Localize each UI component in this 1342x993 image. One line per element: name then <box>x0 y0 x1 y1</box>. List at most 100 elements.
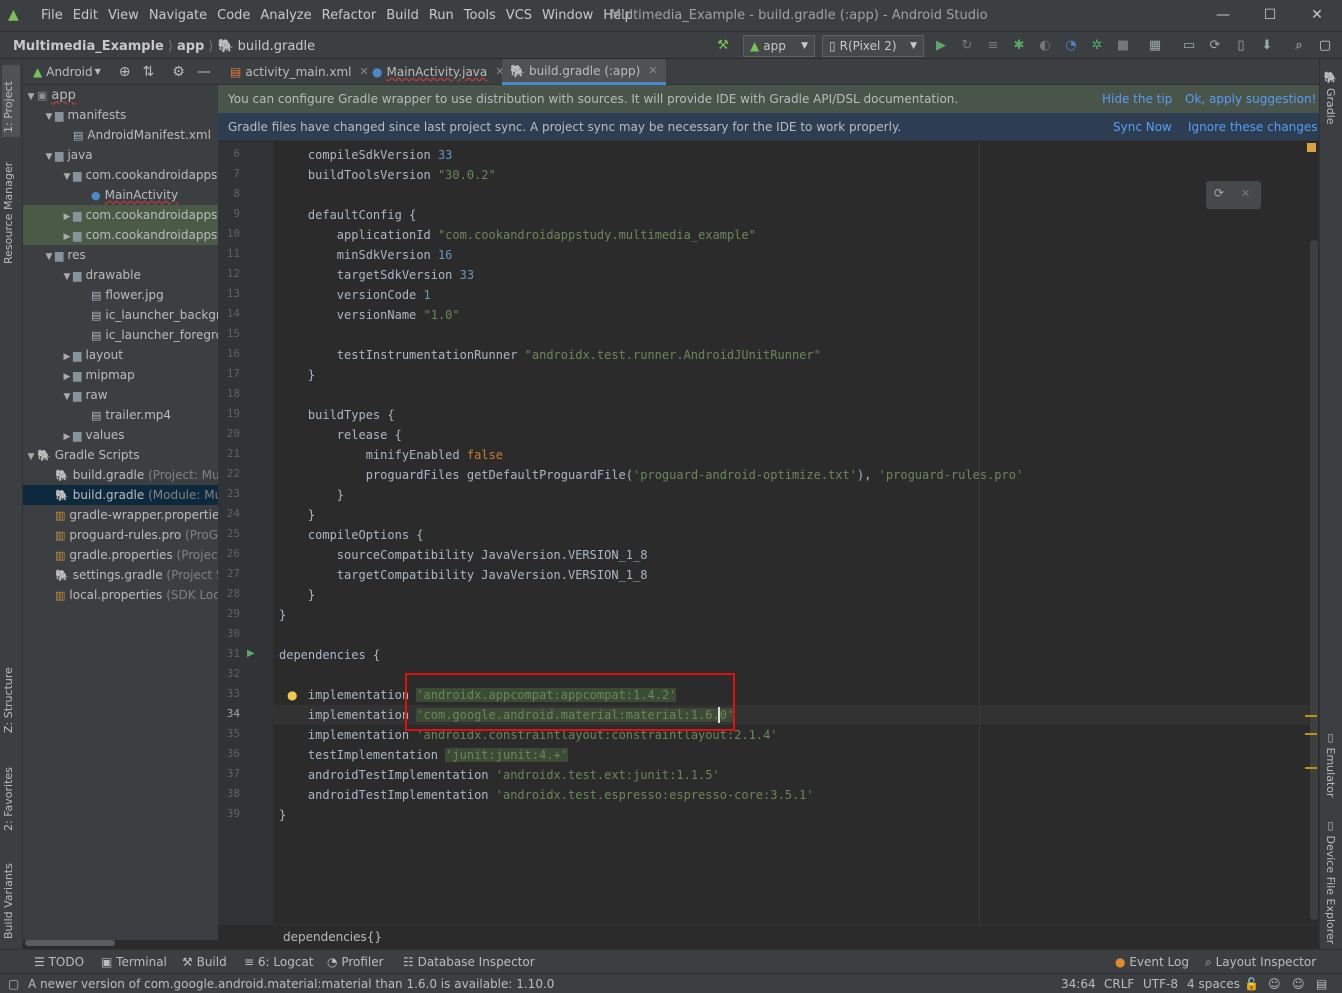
tree-item[interactable]: ▼▆com.cookandroidappstudy <box>23 165 218 185</box>
breadcrumb-project[interactable]: Multimedia_Example <box>13 39 164 54</box>
debug-attach-icon[interactable]: ✲ <box>1088 37 1106 55</box>
tree-item[interactable]: ▼ ▆ manifests <box>23 105 218 125</box>
search-icon[interactable]: ⌕ <box>1290 37 1308 55</box>
tab-structure[interactable]: Z: Structure <box>2 657 15 733</box>
expand-arrow-icon[interactable]: ▼ <box>43 107 55 125</box>
code-line[interactable]: } <box>279 805 286 825</box>
tab-favorites[interactable]: 2: Favorites <box>2 751 15 831</box>
expand-arrow-icon[interactable]: ▼ <box>61 387 73 405</box>
sdk-manager-icon[interactable]: ⬇ <box>1258 37 1276 55</box>
project-structure-icon[interactable]: ▦ <box>1146 37 1164 55</box>
tab-build-variants[interactable]: Build Variants <box>2 849 15 939</box>
collapse-arrow-icon[interactable]: ▶ <box>61 347 73 365</box>
menu-tools[interactable]: Tools <box>459 8 501 23</box>
tree-item[interactable]: 🐘settings.gradle (Project Settings) <box>23 565 218 585</box>
maximize-button[interactable]: ☐ <box>1247 0 1293 31</box>
file-encoding[interactable]: UTF-8 <box>1143 974 1178 993</box>
tree-item[interactable]: ▤ AndroidManifest.xml <box>23 125 218 145</box>
tree-item[interactable]: ▤ flower.jpg <box>23 285 218 305</box>
editor-breadcrumb[interactable]: dependencies{} <box>283 930 382 944</box>
code-line[interactable]: compileOptions { <box>279 525 424 545</box>
tab-mainactivity-java[interactable]: ● MainActivity.java ✕ <box>364 59 512 85</box>
indent-setting[interactable]: 4 spaces <box>1187 974 1240 993</box>
debug-icon[interactable]: ✱ <box>1010 37 1028 55</box>
layout-inspector-tool-button[interactable]: ⌕ Layout Inspector <box>1205 950 1316 974</box>
apply-changes-icon[interactable]: ↻ <box>958 37 976 55</box>
tree-item[interactable]: ▼ ▆ res <box>23 245 218 265</box>
tree-item[interactable]: ▶ ▆ layout <box>23 345 218 365</box>
tab-device-file-explorer[interactable]: ▯ Device File Explorer <box>1324 819 1337 944</box>
close-icon[interactable]: ✕ <box>1241 187 1250 200</box>
logcat-tool-button[interactable]: ≡ 6: Logcat <box>244 950 313 974</box>
code-line[interactable]: compileSdkVersion 33 <box>279 145 453 165</box>
device-select[interactable]: ▯ R(Pixel 2) ▼ <box>822 35 924 57</box>
caret-position[interactable]: 34:64 <box>1061 974 1096 993</box>
tree-item[interactable]: ▶▆com.cookandroidappstudy <box>23 225 218 245</box>
code-line[interactable]: testImplementation 'junit:junit:4.+' <box>279 745 568 765</box>
tree-item[interactable]: ▶ ▆ mipmap <box>23 365 218 385</box>
run-config-select[interactable]: ▲ app ▼ <box>743 35 815 57</box>
build-tool-button[interactable]: ⚒ Build <box>182 950 227 974</box>
tree-item[interactable]: 🐘build.gradle (Module: Multimedia_Exampl… <box>23 485 218 505</box>
memory-icon[interactable]: ▤ <box>1316 974 1327 993</box>
tree-item[interactable]: 🐘build.gradle (Project: Multimedia_Examp… <box>23 465 218 485</box>
tab-project[interactable]: 1: Project <box>2 65 20 137</box>
menu-view[interactable]: View <box>103 8 144 23</box>
attach-debugger-icon[interactable]: ◔ <box>1062 37 1080 55</box>
project-view-select[interactable]: Android <box>46 65 92 79</box>
code-line[interactable]: versionCode 1 <box>279 285 431 305</box>
expand-arrow-icon[interactable]: ▼ <box>25 87 37 105</box>
stop-icon[interactable]: ■ <box>1114 37 1132 55</box>
menu-refactor[interactable]: Refactor <box>317 8 382 23</box>
expand-arrow-icon[interactable]: ▼ <box>43 247 55 265</box>
lock-icon[interactable]: 🔓 <box>1244 974 1259 993</box>
code-line[interactable]: testInstrumentationRunner "androidx.test… <box>279 345 821 365</box>
collapse-arrow-icon[interactable]: ▶ <box>61 427 73 445</box>
tree-item[interactable]: ▤ic_launcher_foreground <box>23 325 218 345</box>
tree-item[interactable]: ▥ gradle-wrapper.properties <box>23 505 218 525</box>
close-window-button[interactable]: ✕ <box>1294 0 1340 31</box>
tree-item[interactable]: ▼ ▆ raw <box>23 385 218 405</box>
expand-arrow-icon[interactable]: ▼ <box>61 167 73 185</box>
expand-arrow-icon[interactable]: ▼ <box>25 447 37 465</box>
code-line[interactable]: defaultConfig { <box>279 205 416 225</box>
tree-item[interactable]: ▶ ▆ values <box>23 425 218 445</box>
menu-navigate[interactable]: Navigate <box>144 8 212 23</box>
device-manager-icon[interactable]: ▯ <box>1232 37 1250 55</box>
code-line[interactable]: release { <box>279 425 402 445</box>
expand-arrow-icon[interactable]: ▼ <box>61 267 73 285</box>
gear-icon[interactable]: ⚙ <box>172 64 185 80</box>
breadcrumb-module[interactable]: app <box>177 39 204 54</box>
hide-panel-icon[interactable]: — <box>197 64 211 80</box>
code-line[interactable]: dependencies { <box>279 645 380 665</box>
menu-edit[interactable]: Edit <box>68 8 103 23</box>
tree-item[interactable]: ▥local.properties (SDK Location) <box>23 585 218 605</box>
code-line[interactable]: buildTypes { <box>279 405 395 425</box>
tab-activity-main-xml[interactable]: ▤ activity_main.xml ✕ <box>222 59 377 85</box>
code-line[interactable]: } <box>279 585 315 605</box>
collapse-arrow-icon[interactable]: ▶ <box>61 367 73 385</box>
sync-now-link[interactable]: Sync Now <box>1113 113 1172 141</box>
hide-tip-link[interactable]: Hide the tip <box>1102 85 1172 113</box>
tab-build-gradle-app[interactable]: 🐘 build.gradle (:app) ✕ <box>502 59 666 85</box>
tree-item[interactable]: ▥proguard-rules.pro (ProGuard Rules) <box>23 525 218 545</box>
status-message[interactable]: A newer version of com.google.android.ma… <box>28 974 554 993</box>
code-line[interactable]: targetSdkVersion 33 <box>279 265 474 285</box>
code-line[interactable]: targetCompatibility JavaVersion.VERSION_… <box>279 565 648 585</box>
menu-run[interactable]: Run <box>424 8 459 23</box>
tree-item[interactable]: ▼ ▆ java <box>23 145 218 165</box>
editor-vertical-scrollbar[interactable] <box>1310 240 1318 920</box>
ignore-changes-link[interactable]: Ignore these changes <box>1188 113 1318 141</box>
lightbulb-icon[interactable]: ● <box>287 688 297 702</box>
menu-file[interactable]: File <box>36 8 68 23</box>
code-line[interactable]: applicationId "com.cookandroidappstudy.m… <box>279 225 756 245</box>
avd-manager-icon[interactable]: ▭ <box>1180 37 1198 55</box>
expand-arrow-icon[interactable]: ▼ <box>43 147 55 165</box>
line-separator[interactable]: CRLF <box>1104 974 1134 993</box>
menu-build[interactable]: Build <box>381 8 424 23</box>
apply-code-changes-icon[interactable]: ≡ <box>984 37 1002 55</box>
code-line[interactable]: sourceCompatibility JavaVersion.VERSION_… <box>279 545 648 565</box>
menu-code[interactable]: Code <box>212 8 255 23</box>
tree-item[interactable]: ● MainActivity <box>23 185 218 205</box>
menu-window[interactable]: Window <box>537 8 598 23</box>
